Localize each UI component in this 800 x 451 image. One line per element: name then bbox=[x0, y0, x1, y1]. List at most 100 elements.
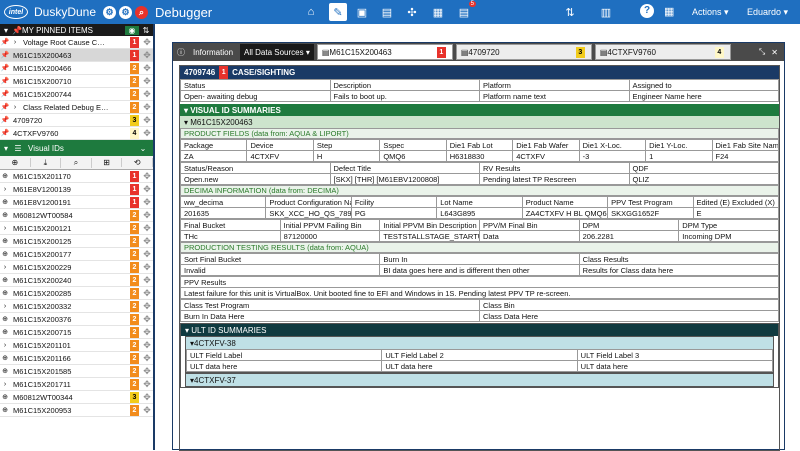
drag-handle-icon[interactable]: ✥ bbox=[141, 340, 153, 351]
drag-handle-icon[interactable]: ✥ bbox=[141, 314, 153, 325]
drag-handle-icon[interactable]: ✥ bbox=[141, 301, 153, 312]
sort-icon[interactable]: ⇅ bbox=[139, 26, 153, 35]
ult-header[interactable]: ▾ ULT ID SUMMARIES bbox=[181, 324, 778, 336]
collapse-icon[interactable]: ⤡ bbox=[759, 47, 765, 57]
drag-handle-icon[interactable]: ✥ bbox=[141, 262, 153, 273]
list-item[interactable]: ⊕ M61E8V1200191 1 ✥ bbox=[0, 196, 153, 209]
list-item[interactable]: 📌 4CTXFV9760 4 ✥ bbox=[0, 127, 153, 140]
network-icon[interactable]: ✣ bbox=[403, 3, 421, 21]
pin-icon[interactable]: 📌 bbox=[0, 129, 10, 137]
chevron-down-icon[interactable]: ⌄ bbox=[133, 144, 153, 153]
pin-icon[interactable]: 📌 bbox=[0, 103, 10, 111]
data-source-dropdown[interactable]: All Data Sources ▾ bbox=[240, 44, 314, 60]
expand-icon[interactable]: ⊕ bbox=[0, 289, 10, 297]
download-icon[interactable]: ⤓ bbox=[31, 157, 62, 168]
wrench-icon[interactable]: ✎ bbox=[329, 3, 347, 21]
expand-icon[interactable]: ⊕ bbox=[0, 393, 10, 401]
drag-handle-icon[interactable]: ✥ bbox=[141, 275, 153, 286]
list-item[interactable]: › M61C15X200229 2 ✥ bbox=[0, 261, 153, 274]
expand-icon[interactable]: › bbox=[0, 342, 10, 349]
pin-icon[interactable]: 📌 bbox=[0, 90, 10, 98]
expand-icon[interactable]: ⊕ bbox=[0, 198, 10, 206]
drag-handle-icon[interactable]: ✥ bbox=[141, 405, 153, 416]
drag-handle-icon[interactable]: ✥ bbox=[141, 37, 153, 48]
tab-information[interactable]: Information bbox=[189, 44, 238, 60]
list-item[interactable]: › M61E8V1200139 1 ✥ bbox=[0, 183, 153, 196]
list-item[interactable]: › M61C15X200332 2 ✥ bbox=[0, 300, 153, 313]
expand-icon[interactable]: ⊕ bbox=[0, 276, 10, 284]
chip-icon[interactable]: ▣ bbox=[353, 3, 371, 21]
list-item[interactable]: ⊕ M61C15X201166 2 ✥ bbox=[0, 352, 153, 365]
list-item[interactable]: 📌 M61C15X200463 1 ✥ bbox=[0, 49, 153, 62]
expand-icon[interactable]: › bbox=[0, 186, 10, 193]
list-item[interactable]: › M61C15X201101 2 ✥ bbox=[0, 339, 153, 352]
list-item[interactable]: 📌 M61C15X200744 2 ✥ bbox=[0, 88, 153, 101]
list-item[interactable]: 📌 M61C15X200710 2 ✥ bbox=[0, 75, 153, 88]
drag-handle-icon[interactable]: ✥ bbox=[141, 210, 153, 221]
list-item[interactable]: ⊕ M61C15X201585 2 ✥ bbox=[0, 365, 153, 378]
drag-handle-icon[interactable]: ✥ bbox=[141, 102, 153, 113]
list-item[interactable]: 📌 M61C15X200466 2 ✥ bbox=[0, 62, 153, 75]
drag-handle-icon[interactable]: ✥ bbox=[141, 171, 153, 182]
drag-handle-icon[interactable]: ✥ bbox=[141, 184, 153, 195]
actions-menu[interactable]: Actions ▾ bbox=[692, 7, 729, 18]
apps-icon[interactable]: ▦ bbox=[664, 5, 674, 18]
expand-icon[interactable]: ⊕ bbox=[0, 354, 10, 362]
pin-icon[interactable]: 📌 bbox=[0, 38, 10, 46]
list-item[interactable]: ⊕ M60812WT00344 3 ✥ bbox=[0, 391, 153, 404]
expand-icon[interactable]: ⊕ bbox=[0, 315, 10, 323]
expand-icon[interactable]: › bbox=[0, 225, 10, 232]
drag-handle-icon[interactable]: ✥ bbox=[141, 379, 153, 390]
drag-handle-icon[interactable]: ✥ bbox=[141, 76, 153, 87]
pin-icon[interactable]: 📌 bbox=[0, 51, 10, 59]
user-menu[interactable]: Eduardo ▾ bbox=[747, 7, 788, 18]
document-tab[interactable]: ▤ M61C15X200463 1 bbox=[316, 44, 453, 60]
expand-icon[interactable]: ⊕ bbox=[0, 367, 10, 375]
ult-item-header[interactable]: ▾ 4CTXFV-37 bbox=[186, 374, 773, 386]
drag-handle-icon[interactable]: ✥ bbox=[141, 249, 153, 260]
drag-handle-icon[interactable]: ✥ bbox=[141, 63, 153, 74]
close-icon[interactable]: ✕ bbox=[771, 48, 778, 57]
add-icon[interactable]: ⊕ bbox=[0, 158, 31, 167]
list-item[interactable]: ⊕ M61C15X200177 2 ✥ bbox=[0, 248, 153, 261]
list-item[interactable]: ⊕ M61C15X200715 2 ✥ bbox=[0, 326, 153, 339]
list-item[interactable]: 📌 › Voltage Root Cause C… 1 ✥ bbox=[0, 36, 153, 49]
chart-icon[interactable]: ▥ bbox=[597, 3, 615, 21]
drag-handle-icon[interactable]: ✥ bbox=[141, 288, 153, 299]
expand-icon[interactable]: ⊕ bbox=[0, 237, 10, 245]
help-icon[interactable]: ? bbox=[640, 4, 654, 18]
drag-handle-icon[interactable]: ✥ bbox=[141, 50, 153, 61]
drag-handle-icon[interactable]: ✥ bbox=[141, 236, 153, 247]
drag-handle-icon[interactable]: ✥ bbox=[141, 223, 153, 234]
document-tab[interactable]: ▤ 4CTXFV9760 4 bbox=[594, 44, 731, 60]
caret-right-icon[interactable]: › bbox=[10, 104, 20, 111]
chevron-down-icon[interactable]: ▾ bbox=[0, 144, 12, 153]
caret-right-icon[interactable]: › bbox=[10, 39, 20, 46]
ult-item-header[interactable]: ▾ 4CTXFV-38 bbox=[186, 337, 773, 349]
list-item[interactable]: › M61C15X201711 2 ✥ bbox=[0, 378, 153, 391]
drag-handle-icon[interactable]: ✥ bbox=[141, 366, 153, 377]
list-item[interactable]: ⊕ M61C15X200125 2 ✥ bbox=[0, 235, 153, 248]
list-item[interactable]: ⊕ M60812WT00584 2 ✥ bbox=[0, 209, 153, 222]
expand-icon[interactable]: ⊕ bbox=[0, 250, 10, 258]
list-item[interactable]: 📌 4709720 3 ✥ bbox=[0, 114, 153, 127]
pin-icon[interactable]: 📌 bbox=[0, 77, 10, 85]
expand-icon[interactable]: ⊕ bbox=[0, 172, 10, 180]
list-item[interactable]: ⊕ M61C15X200376 2 ✥ bbox=[0, 313, 153, 326]
drag-handle-icon[interactable]: ✥ bbox=[141, 115, 153, 126]
add-to-pinned-icon[interactable]: ⊞ bbox=[92, 158, 123, 167]
search-icon[interactable]: ⌕ bbox=[61, 157, 92, 168]
list-item[interactable]: 📌 › Class Related Debug E… 2 ✥ bbox=[0, 101, 153, 114]
refresh-icon[interactable]: ⇅ bbox=[561, 3, 579, 21]
drag-handle-icon[interactable]: ✥ bbox=[141, 128, 153, 139]
pin-icon[interactable]: 📌 bbox=[0, 64, 10, 72]
list-item[interactable]: ⊕ M61C15X200285 2 ✥ bbox=[0, 287, 153, 300]
expand-icon[interactable]: ⊕ bbox=[0, 211, 10, 219]
refresh-icon[interactable]: ⟲ bbox=[122, 158, 153, 167]
chevron-down-icon[interactable]: ▾ bbox=[0, 26, 12, 35]
notifications-icon[interactable]: ▤ 5 bbox=[455, 1, 476, 21]
visual-id-summaries-header[interactable]: ▾ VISUAL ID SUMMARIES bbox=[180, 104, 779, 116]
unit-header[interactable]: ▾ M61C15X200463 bbox=[180, 116, 779, 128]
expand-icon[interactable]: › bbox=[0, 303, 10, 310]
document-tab[interactable]: ▤ 4709720 3 bbox=[455, 44, 592, 60]
